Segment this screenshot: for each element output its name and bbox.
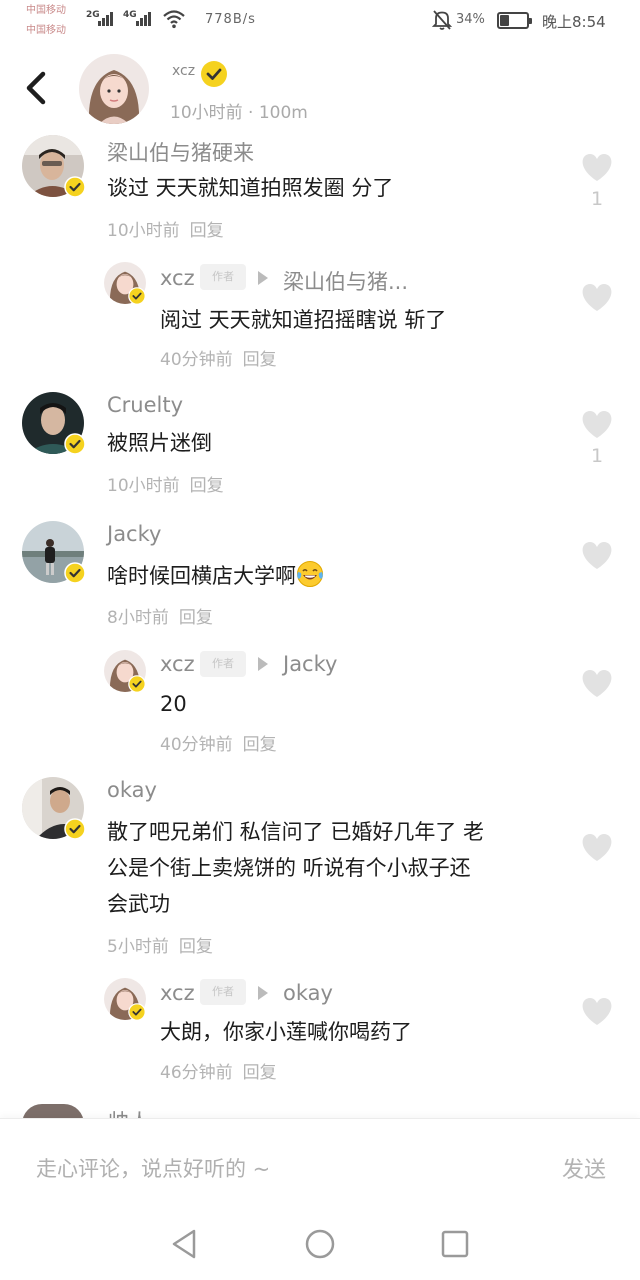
- comment-timestamp: 5小时前: [107, 937, 169, 957]
- comment-author-name[interactable]: Cruelty: [107, 393, 183, 417]
- carrier-1-label: 中国移动: [26, 5, 66, 16]
- wifi-icon: [163, 10, 185, 29]
- reply-button[interactable]: 回复: [243, 1063, 277, 1083]
- comment-author-name[interactable]: okay: [107, 778, 157, 802]
- verified-check-icon: [201, 61, 227, 87]
- heart-icon[interactable]: [581, 154, 613, 182]
- author-tag: 作者: [200, 979, 246, 1005]
- comment-text: 20: [160, 692, 187, 716]
- comment-text: 被照片迷倒: [107, 431, 212, 455]
- heart-icon[interactable]: [581, 670, 613, 698]
- comment-time: 8小时前 回复: [107, 603, 213, 628]
- reply-button[interactable]: 回复: [179, 937, 213, 957]
- comment-author-name[interactable]: xcz: [160, 981, 195, 1005]
- comment-author-name[interactable]: 梁山伯与猪硬来: [107, 137, 254, 167]
- comment-text-content: 啥时候回横店大学啊: [107, 564, 296, 588]
- reply-button[interactable]: 回复: [179, 608, 213, 628]
- verified-check-icon: [128, 287, 146, 305]
- comment-author-name[interactable]: xcz: [160, 652, 195, 676]
- heart-icon[interactable]: [581, 998, 613, 1026]
- post-header: xcz 10小时前 · 100m: [0, 42, 640, 130]
- heart-icon[interactable]: [581, 542, 613, 570]
- author-avatar[interactable]: [79, 54, 149, 124]
- comment-timestamp: 40分钟前: [160, 350, 233, 370]
- reply-arrow-icon: [258, 986, 268, 1000]
- verified-check-icon: [64, 176, 86, 198]
- comment-text-line: 散了吧兄弟们 私信问了 已婚好几年了 老: [107, 820, 485, 844]
- comment-timestamp: 8小时前: [107, 608, 169, 628]
- signal-icon: [98, 10, 116, 26]
- comment-time: 46分钟前 回复: [160, 1058, 277, 1083]
- comment-time: 5小时前 回复: [107, 932, 213, 957]
- bell-muted-icon: [432, 10, 452, 30]
- comment-author-name[interactable]: Jacky: [107, 522, 161, 546]
- send-button[interactable]: 发送: [562, 1152, 606, 1184]
- comment-timestamp: 46分钟前: [160, 1063, 233, 1083]
- comment-text: 大朗，你家小莲喊你喝药了: [160, 1020, 412, 1044]
- signal-icon: [136, 10, 154, 26]
- verified-check-icon: [128, 1003, 146, 1021]
- carrier-2-label: 中国移动: [26, 25, 66, 36]
- verified-check-icon: [128, 675, 146, 693]
- reply-button[interactable]: 回复: [190, 476, 224, 496]
- battery-percent: 34%: [456, 12, 485, 27]
- network-speed: 778B/s: [205, 12, 256, 27]
- verified-check-icon: [64, 562, 86, 584]
- comment-time: 40分钟前 回复: [160, 730, 277, 755]
- author-name[interactable]: xcz: [172, 63, 195, 79]
- comment-time: 40分钟前 回复: [160, 345, 277, 370]
- system-nav-bar: [0, 1218, 640, 1280]
- like-count: 1: [590, 445, 604, 467]
- nav-back-icon[interactable]: [170, 1228, 198, 1260]
- comment-text: 谈过 天天就知道拍照发圈 分了: [107, 176, 394, 200]
- verified-check-icon: [64, 433, 86, 455]
- chevron-left-icon[interactable]: [22, 70, 50, 106]
- comment-text: 阅过 天天就知道招摇瞎说 斩了: [160, 308, 447, 332]
- comment-author-name[interactable]: xcz: [160, 266, 195, 290]
- heart-icon[interactable]: [581, 834, 613, 862]
- author-tag: 作者: [200, 651, 246, 677]
- reply-target-name[interactable]: Jacky: [283, 652, 337, 676]
- post-meta: 10小时前 · 100m: [170, 103, 308, 123]
- comment-input-bar: 走心评论，说点好听的 ~ 发送: [0, 1118, 640, 1218]
- heart-icon[interactable]: [581, 411, 613, 439]
- heart-icon[interactable]: [581, 284, 613, 312]
- tears-of-joy-emoji-icon: [297, 561, 323, 587]
- network-4g-label: 4G: [123, 10, 137, 20]
- verified-check-icon: [64, 818, 86, 840]
- reply-target-name[interactable]: 梁山伯与猪...: [283, 266, 408, 296]
- reply-button[interactable]: 回复: [190, 221, 224, 241]
- comment-text-line: 会武功: [107, 892, 170, 916]
- nav-recents-icon[interactable]: [441, 1230, 469, 1258]
- comment-text-line: 公是个街上卖烧饼的 听说有个小叔子还: [107, 856, 471, 880]
- comment-input[interactable]: 走心评论，说点好听的 ~: [36, 1153, 270, 1183]
- comment-timestamp: 10小时前: [107, 476, 180, 496]
- reply-arrow-icon: [258, 657, 268, 671]
- reply-button[interactable]: 回复: [243, 350, 277, 370]
- like-count: 1: [590, 188, 604, 210]
- comment-time: 10小时前 回复: [107, 216, 224, 241]
- reply-arrow-icon: [258, 271, 268, 285]
- nav-home-icon[interactable]: [305, 1229, 335, 1259]
- battery-icon: [497, 12, 532, 29]
- author-tag: 作者: [200, 264, 246, 290]
- comment-text: 散了吧兄弟们 私信问了 已婚好几年了 老 公是个街上卖烧饼的 听说有个小叔子还 …: [107, 814, 557, 922]
- comment-timestamp: 10小时前: [107, 221, 180, 241]
- reply-target-name[interactable]: okay: [283, 981, 333, 1005]
- clock: 晚上8:54: [542, 13, 606, 31]
- comment-time: 10小时前 回复: [107, 471, 224, 496]
- comment-text: 啥时候回横店大学啊: [107, 558, 324, 594]
- reply-button[interactable]: 回复: [243, 735, 277, 755]
- comment-timestamp: 40分钟前: [160, 735, 233, 755]
- status-bar: 中国移动 中国移动 2G 4G 778B/s 34% 晚上8:54: [0, 0, 640, 42]
